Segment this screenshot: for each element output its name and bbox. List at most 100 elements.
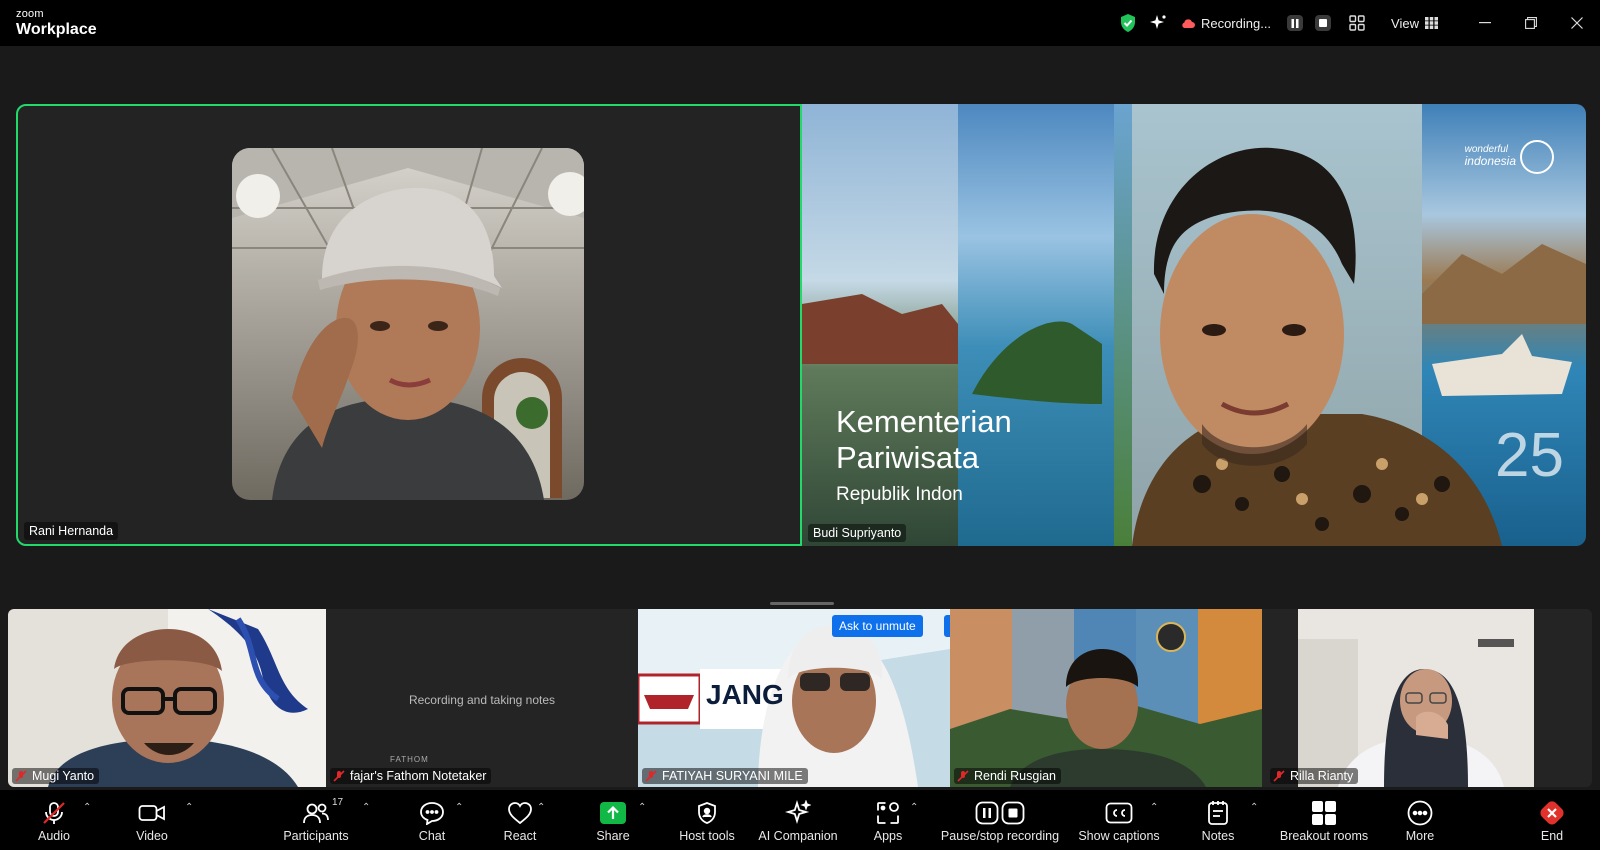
- video-tile-fathom[interactable]: Recording and taking notes FATHOM fajar'…: [326, 609, 638, 787]
- brand-small: zoom: [16, 8, 44, 20]
- notetaker-status: Recording and taking notes: [408, 693, 556, 707]
- fathom-footer: FATHOM: [390, 755, 429, 764]
- slide-line-3: Republik Indon: [836, 484, 963, 505]
- muted-microphone-icon: [43, 802, 65, 824]
- participant-name: Rilla Rianty: [1290, 769, 1354, 783]
- ai-companion-button[interactable]: AI Companion: [752, 790, 844, 850]
- video-tile-rendi[interactable]: Rendi Rusgian: [950, 609, 1262, 787]
- recording-label: Recording...: [1200, 15, 1272, 31]
- app-logo: zoom Workplace: [16, 9, 97, 38]
- view-grid-icon: [1425, 17, 1438, 29]
- wonderful-indonesia-logo: wonderful indonesia: [1465, 144, 1516, 168]
- audio-button[interactable]: Audio: [32, 790, 76, 850]
- ai-sparkle-icon: [785, 800, 811, 825]
- logo-line-2: indonesia: [1464, 154, 1516, 168]
- shield-icon: [698, 802, 716, 824]
- share-options-caret-icon[interactable]: ⌃: [638, 802, 646, 813]
- end-call-icon: [1540, 801, 1564, 825]
- apps-icon: [877, 802, 899, 824]
- close-window-button[interactable]: [1554, 0, 1600, 46]
- participant-video: [232, 148, 584, 500]
- audio-label: Audio: [38, 829, 70, 843]
- notes-button[interactable]: Notes: [1196, 790, 1240, 850]
- government-emblem-icon: [1520, 140, 1554, 174]
- participant-name: fajar's Fathom Notetaker: [350, 769, 487, 783]
- cloud-record-icon: [1182, 18, 1195, 28]
- audio-options-caret-icon[interactable]: ⌃: [83, 802, 91, 813]
- video-label: Video: [136, 829, 168, 843]
- chat-button[interactable]: Chat: [410, 790, 454, 850]
- end-label: End: [1540, 829, 1564, 843]
- recording-indicator[interactable]: Recording...: [1181, 15, 1332, 31]
- slide-corner-digits: 25: [1495, 421, 1564, 490]
- apps-button[interactable]: Apps: [866, 790, 910, 850]
- participants-label: Participants: [283, 829, 349, 843]
- more-dots-icon: [1407, 800, 1433, 826]
- share-screen-icon: [600, 802, 626, 824]
- show-captions-button[interactable]: Show captions: [1074, 790, 1164, 850]
- muted-mic-icon: [1273, 770, 1285, 782]
- muted-mic-icon: [957, 770, 969, 782]
- more-button[interactable]: More: [1398, 790, 1442, 850]
- notes-label: Notes: [1201, 829, 1235, 843]
- meeting-toolbar: Audio ⌃ Video ⌃ 17 Participants ⌃ Chat ⌃…: [0, 790, 1600, 850]
- video-tile-fatiyah[interactable]: JANG Ask to unmute ··· FATIYAH SURYANI M…: [638, 609, 950, 787]
- pause-stop-label: Pause/stop recording: [940, 829, 1060, 843]
- heart-icon: [508, 802, 532, 825]
- muted-mic-icon: [15, 770, 27, 782]
- apps-options-caret-icon[interactable]: ⌃: [910, 802, 918, 813]
- chat-label: Chat: [418, 829, 446, 843]
- host-tools-label: Host tools: [679, 829, 735, 843]
- participant-name: Mugi Yanto: [32, 769, 95, 783]
- ask-to-unmute-button[interactable]: Ask to unmute: [832, 615, 923, 637]
- stop-recording-button[interactable]: [1315, 15, 1332, 31]
- slide-line-1: Kementerian: [836, 404, 1012, 439]
- video-button[interactable]: Video: [128, 790, 176, 850]
- restore-button[interactable]: [1508, 0, 1554, 46]
- breakout-label: Breakout rooms: [1279, 829, 1369, 843]
- participants-icon: [303, 803, 329, 824]
- banner-text: JANG: [706, 679, 784, 710]
- end-meeting-button[interactable]: End: [1530, 790, 1574, 850]
- participant-name-tag: Mugi Yanto: [12, 768, 100, 784]
- gallery-grid-icon[interactable]: [1349, 15, 1365, 31]
- chat-options-caret-icon[interactable]: ⌃: [455, 802, 463, 813]
- react-options-caret-icon[interactable]: ⌃: [537, 802, 545, 813]
- video-options-caret-icon[interactable]: ⌃: [185, 802, 193, 813]
- video-tile-mugi[interactable]: Mugi Yanto: [8, 609, 326, 787]
- more-label: More: [1405, 829, 1435, 843]
- camera-icon: [138, 805, 165, 821]
- pause-icon: [975, 801, 999, 825]
- participants-count: 17: [332, 797, 344, 808]
- share-button[interactable]: Share: [590, 790, 636, 850]
- breakout-rooms-button[interactable]: Breakout rooms: [1276, 790, 1372, 850]
- minimize-button[interactable]: [1462, 0, 1508, 46]
- video-tile-budi[interactable]: Kementerian Pariwisata Republik Indon wo…: [802, 104, 1586, 546]
- gallery-strip: Mugi Yanto Recording and taking notes FA…: [8, 609, 1592, 787]
- muted-mic-icon: [333, 770, 345, 782]
- participant-name-tag: Rani Hernanda: [24, 522, 119, 540]
- stop-icon: [1001, 801, 1025, 825]
- react-label: React: [503, 829, 537, 843]
- chat-bubble-icon: [420, 802, 444, 825]
- pause-stop-recording-button[interactable]: Pause/stop recording: [936, 790, 1064, 850]
- participants-button[interactable]: 17 Participants: [280, 790, 352, 850]
- muted-mic-icon: [645, 770, 657, 782]
- view-label: View: [1391, 15, 1419, 31]
- slide-line-2: Pariwisata: [836, 440, 979, 475]
- closed-captions-icon: [1105, 802, 1133, 824]
- notes-options-caret-icon[interactable]: ⌃: [1250, 802, 1258, 813]
- host-tools-button[interactable]: Host tools: [676, 790, 738, 850]
- shield-check-icon[interactable]: [1119, 13, 1137, 33]
- ai-sparkle-icon[interactable]: [1149, 14, 1167, 32]
- pause-recording-button[interactable]: [1287, 15, 1304, 31]
- view-button[interactable]: View: [1391, 16, 1438, 31]
- participants-options-caret-icon[interactable]: ⌃: [362, 802, 370, 813]
- title-bar: zoom Workplace Recording... View: [0, 0, 1600, 46]
- react-button[interactable]: React: [496, 790, 544, 850]
- video-tile-rani[interactable]: Rani Hernanda: [16, 104, 802, 546]
- captions-options-caret-icon[interactable]: ⌃: [1150, 802, 1158, 813]
- gallery-resize-handle[interactable]: [770, 602, 834, 605]
- video-tile-rilla[interactable]: Rilla Rianty: [1262, 609, 1592, 787]
- brand-big: Workplace: [16, 21, 97, 38]
